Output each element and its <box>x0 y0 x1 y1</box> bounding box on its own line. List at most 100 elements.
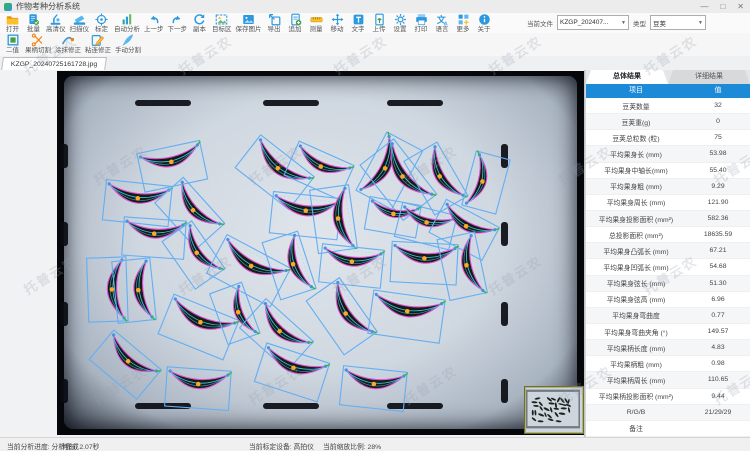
toolbar-button-brush[interactable]: 手动分割 <box>115 33 141 54</box>
toolbar-button-move[interactable]: 移动 <box>329 13 346 33</box>
app-icon <box>4 3 12 11</box>
table-row[interactable]: 平均果身周长 (mm)121.90 <box>586 195 750 211</box>
table-row[interactable]: 平均果身粗 (mm)9.29 <box>586 179 750 195</box>
toolbar-button-label: 文字 <box>352 26 365 33</box>
table-row[interactable]: 平均果身弦长 (mm)51.30 <box>586 276 750 292</box>
table-row[interactable]: 豆荚重(g)0 <box>586 114 750 130</box>
toolbar-button-measure[interactable]: 测量 <box>308 13 325 33</box>
toolbar-button-binary[interactable]: 二值 <box>4 33 21 54</box>
table-row[interactable]: 平均果身弯曲度0.77 <box>586 308 750 324</box>
toolbar-button-folder[interactable]: 打开 <box>4 13 21 33</box>
table-row[interactable]: 平均果身凹弧长 (mm)54.68 <box>586 259 750 275</box>
toolbar-button-text[interactable]: 文字 <box>350 13 367 33</box>
analyze-icon <box>121 13 134 26</box>
detected-pod[interactable] <box>87 257 129 323</box>
table-row[interactable]: 平均果身投影面积 (mm²)582.36 <box>586 211 750 227</box>
toolbar-button-batch[interactable]: 批量 <box>25 13 42 33</box>
scissors-icon <box>31 33 45 47</box>
toolbar-button-label: 导出 <box>268 26 281 33</box>
toolbar-button-info[interactable]: 关于 <box>476 13 493 33</box>
toolbar-button-label: 移动 <box>331 26 344 33</box>
toolbar-button-label: 手动分割 <box>115 47 141 54</box>
detected-pod[interactable] <box>339 366 407 412</box>
status-bar: 当前分析进度: 分析完成 耗时: 2.07秒 当前标定设备: 高拍仪 当前缩放比… <box>0 437 750 451</box>
image-canvas[interactable] <box>0 70 584 437</box>
row-item-label: 平均果身弯曲度 <box>586 310 686 320</box>
minimize-button[interactable]: — <box>700 0 708 13</box>
toolbar-button-append[interactable]: 追加 <box>287 13 304 33</box>
detected-pod[interactable] <box>437 232 487 301</box>
toolbar-button-target[interactable]: 标定 <box>93 13 110 33</box>
table-row[interactable]: 平均果柄投影面积 (mm²)9.44 <box>586 389 750 405</box>
current-file-label: 当前文件 <box>527 18 553 28</box>
toolbar-button-language[interactable]: 文A语言 <box>434 13 451 33</box>
toolbar-button-gear[interactable]: 设置 <box>392 13 409 33</box>
toolbar-button-redo[interactable]: 下一步 <box>168 13 188 33</box>
detected-pod[interactable] <box>89 330 161 399</box>
table-row[interactable]: 备注 <box>586 421 750 437</box>
detected-pod[interactable] <box>122 217 187 260</box>
close-button[interactable]: ✕ <box>737 0 744 13</box>
toolbar-button-region[interactable]: 目标区 <box>212 13 232 33</box>
table-row[interactable]: 豆荚总粒数 (粒)75 <box>586 130 750 146</box>
table-row[interactable]: 平均果身中轴长(mm)55.40 <box>586 163 750 179</box>
tab-detailed-results[interactable]: 详细结果 <box>668 70 750 84</box>
detected-pod[interactable] <box>306 278 377 356</box>
table-row[interactable]: 平均果柄长度 (mm)4.83 <box>586 340 750 356</box>
table-row[interactable]: 平均果柄粗 (mm)0.98 <box>586 356 750 372</box>
toolbar-button-label: 下一步 <box>168 26 188 33</box>
toolbar-button-pencil[interactable]: 粘连修正 <box>85 33 111 54</box>
table-row[interactable]: R/G/B21/29/29 <box>586 405 750 421</box>
detected-pod[interactable] <box>390 241 459 285</box>
detected-pod[interactable] <box>165 367 232 411</box>
toolbar-button-hdcam[interactable]: 高清仪 <box>46 13 66 33</box>
toolbar-button-refresh[interactable]: 副本 <box>191 13 208 33</box>
row-item-value: 121.90 <box>686 199 750 206</box>
toolbar-button-save-picture[interactable]: 保存图片 <box>236 13 262 33</box>
document-tab-bar: KZGP_20240725161728.jpg <box>0 56 750 71</box>
detected-pod[interactable] <box>368 290 446 343</box>
row-item-label: 平均果身长 (mm) <box>586 149 686 159</box>
detected-pod[interactable] <box>207 235 292 308</box>
pencil-icon <box>91 33 105 47</box>
current-file-dropdown[interactable]: KZGP_202407... ▼ <box>557 15 629 30</box>
row-item-label: 平均果身弯曲夹角 (°) <box>586 327 686 337</box>
table-row[interactable]: 平均果柄周长 (mm)110.65 <box>586 372 750 388</box>
table-row[interactable]: 平均果身弦高 (mm)6.96 <box>586 292 750 308</box>
table-row[interactable]: 平均果身长 (mm)53.98 <box>586 146 750 162</box>
status-device: 当前标定设备: 高拍仪 <box>249 441 314 451</box>
table-row[interactable]: 平均果身凸弧长 (mm)67.21 <box>586 243 750 259</box>
detected-pod[interactable] <box>262 231 316 300</box>
toolbar-button-label: 高清仪 <box>46 26 66 33</box>
row-item-value: 21/29/29 <box>686 409 750 416</box>
maximize-button[interactable]: □ <box>720 0 725 13</box>
binary-icon <box>6 33 20 47</box>
table-row[interactable]: 平均果身弯曲夹角 (°)149.57 <box>586 324 750 340</box>
detected-pod[interactable] <box>158 294 239 360</box>
row-item-value: 0.98 <box>686 360 750 367</box>
detected-pod[interactable] <box>462 150 510 214</box>
toolbar-button-label: 副本 <box>193 26 206 33</box>
detected-pod[interactable] <box>319 244 385 289</box>
detected-pod[interactable] <box>235 135 315 210</box>
toolbar-button-printer[interactable]: 打印 <box>413 13 430 33</box>
toolbar-button-upload[interactable]: 上传 <box>371 13 388 33</box>
toolbar-button-arc[interactable]: 涂抹修正 <box>55 33 81 54</box>
toolbar-button-undo[interactable]: 上一步 <box>144 13 164 33</box>
type-dropdown[interactable]: 豆荚 ▼ <box>650 15 706 30</box>
navigator-thumbnail[interactable] <box>525 387 583 433</box>
row-item-value: 55.40 <box>686 167 750 174</box>
detected-pod[interactable] <box>310 185 358 254</box>
row-item-label: 平均果身投影面积 (mm²) <box>586 214 686 224</box>
table-row[interactable]: 总投影面积 (mm²)18635.59 <box>586 227 750 243</box>
toolbar-button-more[interactable]: 更多 <box>455 13 472 33</box>
row-item-value: 9.44 <box>686 393 750 400</box>
toolbar-button-scanner[interactable]: 扫描仪 <box>70 13 90 33</box>
toolbar-button-analyze[interactable]: 自动分析 <box>114 13 140 33</box>
tab-overall-results[interactable]: 总体结果 <box>586 70 668 84</box>
toolbar-button-scissors[interactable]: 果柄切割 <box>25 33 51 54</box>
detected-pod[interactable] <box>269 191 341 239</box>
toolbar-button-export[interactable]: 导出 <box>266 13 283 33</box>
document-tab[interactable]: KZGP_20240725161728.jpg <box>1 57 107 71</box>
table-row[interactable]: 豆荚数量32 <box>586 98 750 114</box>
